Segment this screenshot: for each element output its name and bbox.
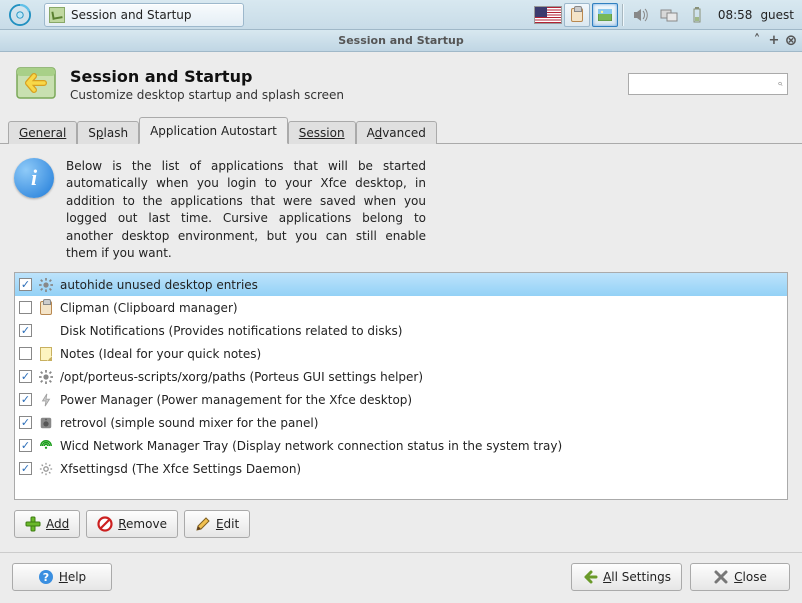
close-x-icon: [713, 569, 729, 585]
network-icon: [660, 8, 678, 22]
net-icon: [38, 438, 54, 454]
taskbar-item-label: Session and Startup: [71, 8, 192, 22]
taskbar-item-session[interactable]: Session and Startup: [44, 3, 244, 27]
info-row: i Below is the list of applications that…: [14, 158, 788, 262]
volume-tray-icon[interactable]: [628, 3, 654, 27]
page-subtitle: Customize desktop startup and splash scr…: [70, 88, 344, 102]
dialog-footer: ? Help All Settings Close: [0, 552, 802, 603]
remove-button[interactable]: Remove: [86, 510, 178, 538]
clipboard-tray-icon[interactable]: [564, 3, 590, 27]
network-tray-icon[interactable]: [656, 3, 682, 27]
info-icon: i: [14, 158, 54, 198]
picture-icon: [598, 9, 612, 21]
checkbox[interactable]: [19, 278, 32, 291]
tab-body: i Below is the list of applications that…: [0, 144, 802, 548]
autostart-label: Clipman (Clipboard manager): [60, 301, 238, 315]
clipboard-icon: [571, 8, 583, 22]
checkbox[interactable]: [19, 324, 32, 337]
autostart-label: Xfsettingsd (The Xfce Settings Daemon): [60, 462, 301, 476]
autostart-label: Disk Notifications (Provides notificatio…: [60, 324, 403, 338]
tab-general[interactable]: General: [8, 121, 77, 144]
info-text: Below is the list of applications that w…: [66, 158, 426, 262]
window-close-icon[interactable]: ⊗: [784, 33, 798, 47]
cog-icon: [38, 461, 54, 477]
autostart-label: Notes (Ideal for your quick notes): [60, 347, 261, 361]
page-title: Session and Startup: [70, 67, 344, 86]
clock[interactable]: 08:58: [712, 8, 759, 22]
tab-session[interactable]: Session: [288, 121, 356, 144]
gear-icon: [38, 369, 54, 385]
header: Session and Startup Customize desktop st…: [0, 52, 802, 114]
checkbox[interactable]: [19, 347, 32, 360]
tab-bar: General Splash Application Autostart Ses…: [0, 118, 802, 144]
search-input[interactable]: [633, 78, 778, 91]
back-arrow-icon: [582, 569, 598, 585]
porteus-logo-icon: [9, 4, 31, 26]
clip-icon: [38, 300, 54, 316]
none-icon: [38, 323, 54, 339]
checkbox[interactable]: [19, 416, 32, 429]
user-label[interactable]: guest: [760, 8, 798, 22]
autostart-label: Power Manager (Power management for the …: [60, 393, 412, 407]
note-icon: [38, 346, 54, 362]
start-menu-button[interactable]: [4, 2, 36, 28]
speaker-icon: [633, 8, 649, 22]
window-minimize-icon[interactable]: ˄: [750, 33, 764, 47]
close-button[interactable]: Close: [690, 563, 790, 591]
autostart-row[interactable]: retrovol (simple sound mixer for the pan…: [15, 411, 787, 434]
window-content: Session and Startup Customize desktop st…: [0, 52, 802, 603]
desktop-tray-icon[interactable]: [592, 3, 618, 27]
autostart-row[interactable]: Power Manager (Power management for the …: [15, 388, 787, 411]
help-icon: ?: [38, 569, 54, 585]
window-title: Session and Startup: [338, 34, 463, 47]
search-icon: [778, 77, 783, 91]
checkbox[interactable]: [19, 439, 32, 452]
top-panel: Session and Startup 08:58 guest: [0, 0, 802, 30]
header-app-icon: [14, 62, 58, 106]
session-startup-icon: [49, 7, 65, 23]
autostart-row[interactable]: Clipman (Clipboard manager): [15, 296, 787, 319]
tray-separator: [622, 4, 624, 26]
window-titlebar[interactable]: Session and Startup ˄ + ⊗: [0, 30, 802, 52]
edit-button[interactable]: Edit: [184, 510, 250, 538]
system-tray: 08:58 guest: [534, 0, 798, 29]
help-button[interactable]: ? Help: [12, 563, 112, 591]
forbidden-icon: [97, 516, 113, 532]
battery-icon: [692, 7, 702, 23]
all-settings-button[interactable]: All Settings: [571, 563, 682, 591]
keyboard-layout-us-icon[interactable]: [534, 6, 562, 24]
pencil-icon: [195, 516, 211, 532]
autostart-label: retrovol (simple sound mixer for the pan…: [60, 416, 318, 430]
checkbox[interactable]: [19, 462, 32, 475]
battery-tray-icon[interactable]: [684, 3, 710, 27]
gear-icon: [38, 277, 54, 293]
search-box[interactable]: [628, 73, 788, 95]
tab-advanced[interactable]: Advanced: [356, 121, 437, 144]
tab-application-autostart[interactable]: Application Autostart: [139, 117, 288, 144]
autostart-row[interactable]: Disk Notifications (Provides notificatio…: [15, 319, 787, 342]
autostart-row[interactable]: Xfsettingsd (The Xfce Settings Daemon): [15, 457, 787, 480]
tab-splash[interactable]: Splash: [77, 121, 139, 144]
checkbox[interactable]: [19, 301, 32, 314]
autostart-row[interactable]: Wicd Network Manager Tray (Display netwo…: [15, 434, 787, 457]
autostart-row[interactable]: autohide unused desktop entries: [15, 273, 787, 296]
autostart-row[interactable]: /opt/porteus-scripts/xorg/paths (Porteus…: [15, 365, 787, 388]
bolt-icon: [38, 392, 54, 408]
svg-text:?: ?: [43, 571, 49, 584]
autostart-list[interactable]: autohide unused desktop entries Clipman (…: [14, 272, 788, 500]
autostart-label: /opt/porteus-scripts/xorg/paths (Porteus…: [60, 370, 423, 384]
checkbox[interactable]: [19, 370, 32, 383]
speaker-icon: [38, 415, 54, 431]
checkbox[interactable]: [19, 393, 32, 406]
autostart-label: autohide unused desktop entries: [60, 278, 258, 292]
autostart-row[interactable]: Notes (Ideal for your quick notes): [15, 342, 787, 365]
add-button[interactable]: Add: [14, 510, 80, 538]
autostart-label: Wicd Network Manager Tray (Display netwo…: [60, 439, 562, 453]
window-maximize-icon[interactable]: +: [767, 33, 781, 47]
plus-icon: [25, 516, 41, 532]
list-actions: Add Remove Edit: [14, 500, 788, 542]
